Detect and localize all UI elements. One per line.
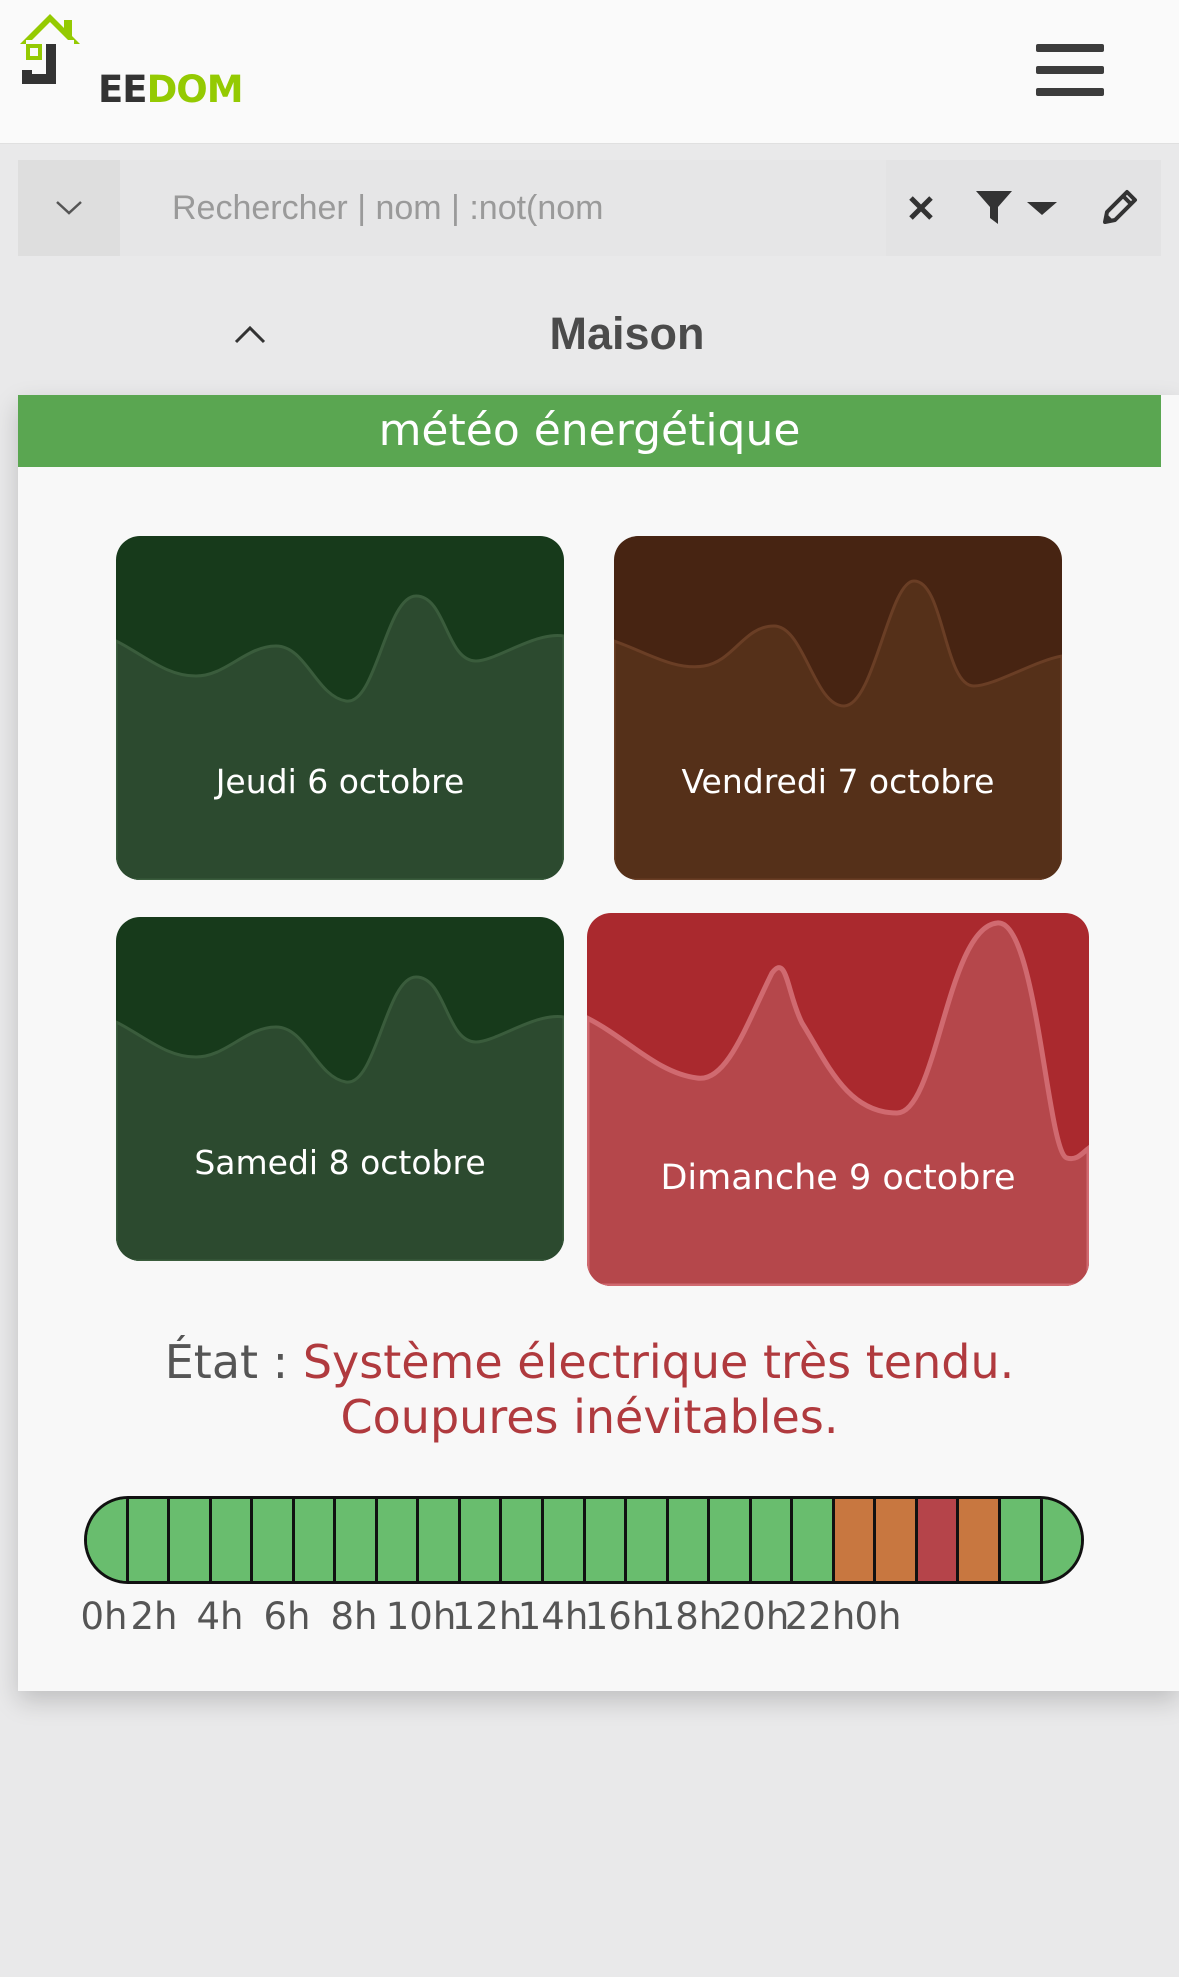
widget-title[interactable]: météo énergétique — [18, 395, 1161, 467]
menu-bar-1 — [1036, 44, 1104, 52]
hour-segment-0 — [87, 1499, 129, 1581]
hour-segment-8 — [419, 1499, 461, 1581]
grid-state-text: État : Système électrique très tendu. Co… — [18, 1335, 1161, 1445]
object-collapse-button[interactable] — [226, 310, 274, 358]
state-value-line2: Coupures inévitables. — [340, 1390, 839, 1444]
hour-label: 12h — [451, 1595, 523, 1638]
hamburger-menu-button[interactable] — [1036, 44, 1104, 100]
hourly-level-bar — [84, 1496, 1084, 1584]
object-title: Maison — [549, 308, 705, 359]
caret-down-icon — [1027, 202, 1057, 215]
logo-wordmark: EEDOM — [98, 68, 244, 111]
collapse-all-button[interactable] — [18, 160, 120, 256]
state-value-line1: Système électrique très tendu. — [302, 1335, 1015, 1389]
hour-label: 22h — [784, 1595, 856, 1638]
hour-segment-15 — [710, 1499, 752, 1581]
chevron-up-icon — [234, 325, 266, 344]
day-label: Dimanche 9 octobre — [660, 1158, 1016, 1198]
hour-segment-3 — [211, 1499, 254, 1581]
hour-label: 10h — [385, 1595, 457, 1638]
hour-segment-10 — [502, 1499, 545, 1581]
logo-dom: DOM — [146, 68, 244, 111]
hour-segment-6 — [336, 1499, 378, 1581]
day-label: Jeudi 6 octobre — [215, 762, 465, 801]
hour-label: 4h — [196, 1595, 244, 1638]
day-label: Vendredi 7 octobre — [681, 762, 995, 801]
hour-segment-11 — [544, 1499, 586, 1581]
edit-button[interactable] — [1076, 160, 1161, 256]
day-card-samedi[interactable]: Samedi 8 octobre — [116, 917, 564, 1261]
hour-label: 16h — [584, 1595, 656, 1638]
hour-label: 6h — [263, 1595, 311, 1638]
search-bar — [18, 160, 1161, 256]
energy-weather-widget: météo énergétique Jeudi 6 octobre Vendre… — [18, 395, 1179, 1691]
logo-ee: EE — [98, 68, 148, 111]
hour-segment-9 — [460, 1499, 503, 1581]
day-card-dimanche[interactable]: Dimanche 9 octobre — [587, 913, 1089, 1286]
menu-bar-2 — [1036, 66, 1104, 74]
day-card-jeudi[interactable]: Jeudi 6 octobre — [116, 536, 564, 880]
chevron-down-icon — [56, 201, 82, 215]
day-card-vendredi[interactable]: Vendredi 7 octobre — [614, 536, 1062, 880]
hour-segment-4 — [253, 1499, 295, 1581]
clear-search-button[interactable] — [886, 160, 956, 256]
hour-label: 20h — [718, 1595, 790, 1638]
hour-segment-20 — [917, 1499, 960, 1581]
search-input[interactable] — [120, 160, 886, 256]
hour-segment-7 — [377, 1499, 420, 1581]
pencil-icon — [1102, 190, 1137, 224]
day-label: Samedi 8 octobre — [194, 1143, 486, 1182]
top-bar: EEDOM — [0, 0, 1179, 144]
hour-label: 2h — [130, 1595, 178, 1638]
day-wave-graphic — [116, 917, 564, 1261]
hour-segment-17 — [793, 1499, 835, 1581]
hour-label: 18h — [651, 1595, 723, 1638]
hour-label: 0h — [854, 1595, 902, 1638]
hour-axis-labels: 0h 2h 4h 6h 8h 10h 12h 14h 16h 18h 20h 22h 0h — [18, 1595, 1161, 1645]
hour-segment-19 — [876, 1499, 918, 1581]
hour-segment-1 — [128, 1499, 171, 1581]
filter-icon — [976, 191, 1012, 224]
hour-label: 14h — [517, 1595, 589, 1638]
hour-segment-12 — [585, 1499, 628, 1581]
state-label: État : — [164, 1335, 289, 1389]
close-icon — [909, 196, 933, 220]
hour-segment-2 — [170, 1499, 212, 1581]
hour-segment-23 — [1042, 1499, 1081, 1581]
hour-segment-16 — [751, 1499, 794, 1581]
hour-label: 8h — [330, 1595, 378, 1638]
hour-segment-5 — [294, 1499, 337, 1581]
hour-segment-22 — [1001, 1499, 1043, 1581]
hour-segment-21 — [959, 1499, 1002, 1581]
hour-segment-18 — [834, 1499, 877, 1581]
hour-segment-14 — [668, 1499, 711, 1581]
day-wave-graphic — [587, 913, 1089, 1286]
day-wave-graphic — [614, 536, 1062, 880]
filter-dropdown-button[interactable] — [956, 160, 1076, 256]
jeedom-logo[interactable]: EEDOM — [18, 14, 244, 114]
menu-bar-3 — [1036, 88, 1104, 96]
hour-label: 0h — [80, 1595, 128, 1638]
day-wave-graphic — [116, 536, 564, 880]
hour-segment-13 — [627, 1499, 669, 1581]
